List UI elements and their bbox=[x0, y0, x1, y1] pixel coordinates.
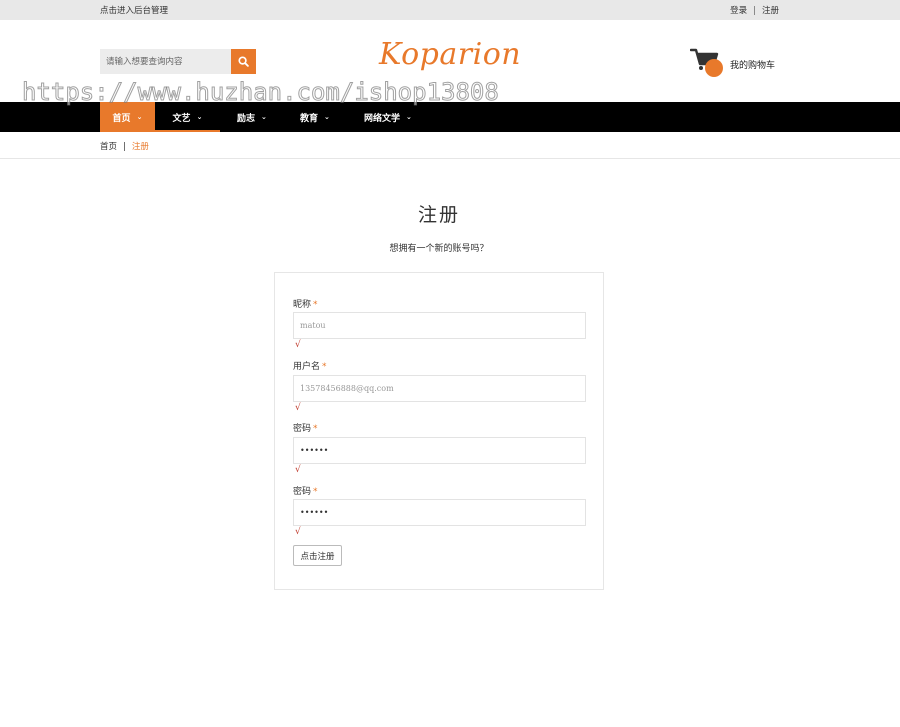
auth-separator: | bbox=[753, 6, 756, 16]
username-label: 用户名 * bbox=[293, 362, 327, 372]
breadcrumb: 首页 | 注册 bbox=[100, 140, 149, 152]
page-subtitle: 想拥有一个新的账号吗？ bbox=[389, 244, 489, 254]
admin-link[interactable]: 点击进入后台管理 bbox=[100, 4, 168, 16]
chevron-down-icon: ⌄ bbox=[261, 113, 267, 121]
main-nav: 首页 ⌄ 文艺 ⌄ 励志 ⌄ 教育 ⌄ 网络文学 ⌄ bbox=[0, 102, 900, 132]
nickname-label: 昵称 * bbox=[293, 300, 318, 310]
nav-item-label: 网络文学 bbox=[364, 113, 401, 124]
header: Koparion 我的购物车 bbox=[0, 20, 900, 102]
nav-item-home[interactable]: 首页 ⌄ bbox=[100, 102, 155, 132]
breadcrumb-divider bbox=[0, 158, 900, 159]
nav-item-label: 励志 bbox=[237, 113, 256, 124]
chevron-down-icon: ⌄ bbox=[324, 113, 330, 121]
breadcrumb-home[interactable]: 首页 bbox=[100, 142, 117, 152]
username-field[interactable] bbox=[293, 375, 586, 402]
top-bar: 点击进入后台管理 登录 | 注册 bbox=[0, 0, 900, 20]
search-icon bbox=[238, 56, 249, 67]
nav-item-label: 文艺 bbox=[172, 113, 191, 124]
confirm-password-valid-mark: √ bbox=[295, 527, 301, 537]
search-button[interactable] bbox=[231, 49, 256, 74]
chevron-down-icon: ⌄ bbox=[136, 113, 143, 121]
page-title: 注册 bbox=[417, 204, 460, 226]
nav-item-label: 教育 bbox=[300, 113, 319, 124]
password-valid-mark: √ bbox=[295, 465, 301, 475]
nav-item-inspiration[interactable]: 励志 ⌄ bbox=[237, 102, 267, 132]
nav-item-web-literature[interactable]: 网络文学 ⌄ bbox=[364, 102, 412, 132]
register-form: 昵称* √ 用户名* √ 密码* √ 密码* √ 点击注册 bbox=[274, 272, 604, 590]
confirm-password-field[interactable] bbox=[293, 499, 586, 526]
breadcrumb-current: 注册 bbox=[131, 142, 149, 152]
username-valid-mark: √ bbox=[295, 403, 301, 413]
search-box bbox=[100, 49, 256, 74]
chevron-down-icon: ⌄ bbox=[196, 113, 203, 121]
register-link[interactable]: 注册 bbox=[762, 6, 779, 16]
register-button[interactable]: 点击注册 bbox=[293, 545, 342, 566]
confirm-password-label: 密码 * bbox=[293, 487, 318, 497]
breadcrumb-separator: | bbox=[123, 142, 126, 152]
password-label: 密码 * bbox=[293, 424, 318, 434]
nickname-field[interactable] bbox=[293, 312, 586, 339]
login-link[interactable]: 登录 bbox=[730, 6, 747, 16]
password-field[interactable] bbox=[293, 437, 586, 464]
chevron-down-icon: ⌄ bbox=[406, 113, 412, 121]
cart-badge bbox=[705, 59, 723, 77]
auth-links: 登录 | 注册 bbox=[730, 4, 779, 16]
site-logo[interactable]: Koparion bbox=[379, 37, 521, 72]
nav-item-education[interactable]: 教育 ⌄ bbox=[300, 102, 330, 132]
nickname-valid-mark: √ bbox=[295, 340, 301, 350]
nav-item-label: 首页 bbox=[112, 113, 131, 124]
cart-label: 我的购物车 bbox=[730, 61, 776, 71]
nav-item-literature[interactable]: 文艺 ⌄ bbox=[155, 102, 220, 132]
search-input[interactable] bbox=[100, 49, 231, 74]
cart-widget[interactable]: 我的购物车 bbox=[690, 46, 790, 80]
